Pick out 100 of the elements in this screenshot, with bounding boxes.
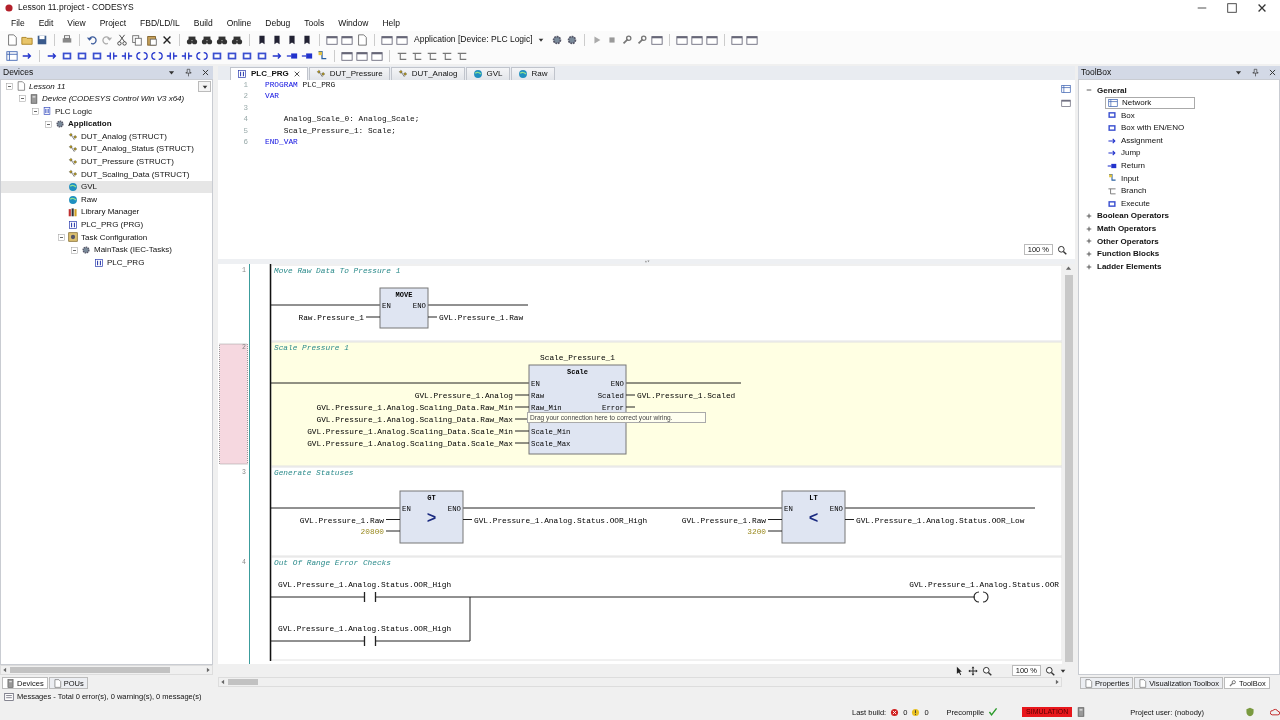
- block-icon[interactable]: [76, 50, 88, 62]
- window-icon[interactable]: [705, 33, 718, 46]
- menu-item[interactable]: FBD/LD/IL: [133, 17, 187, 29]
- tree-item[interactable]: PLC_PRG (PRG): [1, 218, 212, 232]
- tree-item[interactable]: Lesson 11: [1, 80, 212, 93]
- block-icon[interactable]: [211, 50, 223, 62]
- toolbox-item[interactable]: Network: [1105, 96, 1195, 109]
- zoom-icon[interactable]: [1045, 665, 1055, 676]
- bookmark-icon[interactable]: [301, 33, 313, 46]
- tree-item[interactable]: DUT_Scaling_Data (STRUCT): [1, 168, 212, 181]
- bookmark-icon[interactable]: [271, 33, 283, 46]
- window-icon[interactable]: [326, 33, 338, 46]
- block-icon[interactable]: [226, 50, 238, 62]
- print-icon[interactable]: [61, 33, 73, 46]
- input-icon[interactable]: [316, 50, 328, 62]
- menu-item[interactable]: Edit: [31, 17, 61, 29]
- arrow-icon[interactable]: [271, 50, 283, 62]
- tree-item[interactable]: DUT_Analog (STRUCT): [1, 130, 212, 143]
- editor-tab[interactable]: GVL: [465, 66, 510, 80]
- grid-icon[interactable]: [6, 50, 18, 62]
- toolbox-item[interactable]: Box with EN/ENO: [1105, 122, 1187, 135]
- toolbox-item[interactable]: Return: [1105, 159, 1147, 172]
- save-icon[interactable]: [36, 33, 48, 46]
- editor-tab[interactable]: PLC_PRG: [230, 66, 308, 80]
- function-block[interactable]: [781, 490, 846, 544]
- bookmark-icon[interactable]: [286, 33, 298, 46]
- wrench-icon[interactable]: [635, 33, 648, 46]
- collapse-icon[interactable]: [71, 246, 78, 254]
- gear-icon[interactable]: [550, 33, 563, 46]
- window-icon[interactable]: [341, 50, 353, 62]
- menu-item[interactable]: File: [4, 17, 32, 29]
- cloud-icon[interactable]: [1270, 707, 1280, 717]
- window-icon[interactable]: [396, 33, 408, 46]
- caret-icon[interactable]: [1234, 68, 1243, 77]
- toolbox-item[interactable]: Jump: [1105, 147, 1143, 160]
- shield-icon[interactable]: [1245, 707, 1256, 717]
- contact-symbol[interactable]: [363, 591, 377, 603]
- network-background[interactable]: [270, 341, 1062, 467]
- branch-icon[interactable]: [426, 50, 438, 62]
- tree-item[interactable]: PLC Logic: [1, 105, 212, 118]
- tree-item[interactable]: PLC_PRG: [1, 256, 212, 269]
- pin-icon[interactable]: [1251, 68, 1260, 77]
- scrollbar[interactable]: [218, 677, 1062, 688]
- window-icon[interactable]: [341, 33, 353, 46]
- contact-symbol[interactable]: [363, 635, 377, 647]
- scrollbar[interactable]: [1062, 264, 1075, 665]
- zoom-icon[interactable]: [1057, 244, 1067, 255]
- block-icon[interactable]: [241, 50, 253, 62]
- window-icon[interactable]: [650, 33, 663, 46]
- page-icon[interactable]: [356, 33, 368, 46]
- expand-icon[interactable]: [1085, 250, 1093, 258]
- application-dropdown[interactable]: Application [Device: PLC Logic]: [411, 34, 548, 45]
- contact-icon[interactable]: [121, 50, 133, 62]
- zoom-icon[interactable]: [981, 665, 992, 676]
- paste-icon[interactable]: [146, 33, 158, 46]
- tree-item[interactable]: DUT_Analog_Status (STRUCT): [1, 142, 212, 156]
- collapse-icon[interactable]: [32, 108, 39, 115]
- bookmark-icon[interactable]: [256, 33, 268, 46]
- menu-item[interactable]: Tools: [297, 17, 332, 29]
- scrollbar-thumb[interactable]: [228, 679, 258, 686]
- block-icon[interactable]: [256, 50, 268, 62]
- tree-item[interactable]: Library Manager: [1, 205, 212, 219]
- tree-item[interactable]: DUT_Pressure (STRUCT): [1, 155, 212, 169]
- window-icon[interactable]: [356, 50, 368, 62]
- toolbox-category[interactable]: General: [1079, 84, 1279, 97]
- arrow-icon[interactable]: [21, 50, 33, 62]
- window-icon[interactable]: [675, 33, 688, 46]
- toolbox-item[interactable]: Execute: [1105, 197, 1152, 210]
- window-icon[interactable]: [730, 33, 743, 46]
- contact-icon[interactable]: [106, 50, 118, 62]
- expand-icon[interactable]: [1085, 224, 1093, 233]
- block-icon[interactable]: [61, 50, 73, 62]
- contact-icon[interactable]: [166, 50, 178, 62]
- branch-icon[interactable]: [396, 50, 408, 62]
- window-icon[interactable]: [381, 33, 393, 46]
- branch-icon[interactable]: [456, 50, 468, 62]
- tree-item[interactable]: Device (CODESYS Control Win V3 x64): [1, 92, 212, 106]
- branch-icon[interactable]: [411, 50, 423, 62]
- maximize-icon[interactable]: [1226, 1, 1238, 14]
- block-icon[interactable]: [91, 50, 103, 62]
- tree-item[interactable]: MainTask (IEC-Tasks): [1, 243, 212, 257]
- menu-item[interactable]: Help: [375, 17, 407, 29]
- window-icon[interactable]: [690, 33, 703, 46]
- cut-icon[interactable]: [116, 33, 128, 46]
- menu-item[interactable]: Build: [186, 17, 220, 29]
- device-icon[interactable]: [1076, 707, 1087, 717]
- toolbox-category[interactable]: Math Operators: [1079, 222, 1279, 236]
- toolbox-category[interactable]: Boolean Operators: [1079, 209, 1279, 223]
- menu-item[interactable]: Project: [92, 17, 134, 29]
- editor-tab[interactable]: DUT_Pressure: [308, 66, 390, 80]
- close-icon[interactable]: [1268, 68, 1277, 77]
- menu-item[interactable]: Window: [331, 17, 376, 29]
- toolbox-category[interactable]: Other Operators: [1079, 235, 1279, 248]
- window-icon[interactable]: [745, 33, 758, 46]
- toolbox-item[interactable]: Box: [1105, 109, 1137, 122]
- collapse-icon[interactable]: [19, 95, 26, 103]
- caret-icon[interactable]: [167, 68, 176, 77]
- menu-item[interactable]: Debug: [258, 17, 298, 29]
- branch-icon[interactable]: [441, 50, 453, 62]
- toolbox-item[interactable]: Assignment: [1105, 134, 1165, 147]
